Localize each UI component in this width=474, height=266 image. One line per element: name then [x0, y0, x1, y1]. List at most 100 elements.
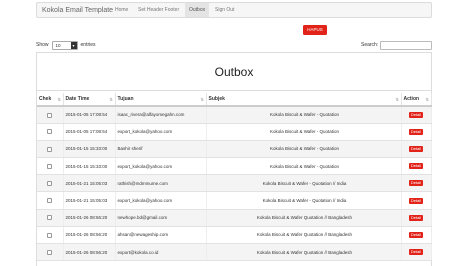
col-header-subjek[interactable]: Subjek ⇅ [206, 93, 402, 107]
cell-date-time: 2015-01-15 15:33:00 [63, 140, 116, 159]
detail-button[interactable]: Detail [408, 231, 424, 238]
search-input[interactable] [380, 40, 433, 50]
cell-tujuan: export_kokola@yahoo.com [115, 157, 207, 176]
entries-select[interactable]: 10 ▾ [51, 40, 78, 50]
col-header-action[interactable]: Action ⇅ [401, 93, 432, 107]
cell-tujuan: rathish@mdmmume.com [115, 174, 207, 193]
table-row: 2015-01-21 15:05:03 rathish@mdmmume.com Ko… [37, 174, 432, 193]
outbox-panel: Outbox Chek ⇅ Date Time ⇅ Tujuan ⇅ Subjek ⇅ … [36, 52, 432, 266]
cell-action: Detail [401, 243, 432, 262]
entries-label: entries [80, 42, 96, 48]
table-header-row: Chek ⇅ Date Time ⇅ Tujuan ⇅ Subjek ⇅ Action ⇅ [37, 93, 432, 107]
table-row: 2015-01-21 15:05:03 export_kokola@yahoo.c… [37, 191, 432, 210]
detail-button[interactable]: Detail [408, 111, 424, 118]
cell-subjek: Kokola Biscuit & Wafer - Quotation // In… [206, 174, 402, 193]
cell-action: Detail [401, 106, 432, 124]
cell-action: Detail [401, 157, 432, 176]
detail-button[interactable]: Detail [408, 249, 424, 256]
search-control: Search: [361, 40, 433, 50]
col-header-date-time[interactable]: Date Time ⇅ [63, 93, 116, 107]
cell-tujuan: export_kokola@yahoo.com [115, 191, 207, 210]
cell-action: Detail [401, 174, 432, 193]
row-checkbox-cell [37, 157, 64, 176]
row-checkbox-cell [37, 243, 64, 262]
table-row: 2015-01-26 08:56:20 newhope.bd@gmail.com K… [37, 209, 432, 227]
page-title: Outbox [37, 53, 431, 91]
table-row: 2015-01-26 08:56:20 export@kokola.co.id Ko… [37, 243, 432, 262]
row-checkbox[interactable] [47, 198, 53, 204]
cell-date-time: 2015-01-15 15:33:00 [63, 157, 116, 176]
cell-subjek: Kokola Biscuit & Wafer - Quotation [206, 157, 402, 176]
cell-date-time: 2015-01-26 08:56:20 [63, 226, 116, 245]
entries-select-value: 10 [55, 42, 61, 48]
detail-button[interactable]: Detail [408, 163, 424, 170]
row-checkbox[interactable] [47, 249, 53, 255]
sort-icon: ⇅ [425, 97, 429, 102]
sort-icon: ⇅ [57, 97, 61, 102]
cell-action: Detail [401, 209, 432, 227]
row-checkbox-cell [37, 209, 64, 227]
detail-button[interactable]: Detail [408, 180, 424, 187]
row-checkbox[interactable] [47, 146, 53, 152]
cell-subjek: Kokola Biscuit & Wafer - Quotation // In… [206, 191, 402, 210]
cell-action: Detail [401, 123, 432, 141]
row-checkbox[interactable] [47, 129, 53, 135]
row-checkbox[interactable] [47, 112, 53, 118]
outbox-table: Chek ⇅ Date Time ⇅ Tujuan ⇅ Subjek ⇅ Action ⇅… [37, 93, 432, 262]
col-header-tujuan[interactable]: Tujuan ⇅ [115, 93, 207, 107]
row-checkbox-cell [37, 191, 64, 210]
nav-set-header-footer[interactable]: Set Header Footer [134, 3, 183, 17]
cell-date-time: 2015-01-21 15:05:03 [63, 174, 116, 193]
row-checkbox-cell [37, 174, 64, 193]
row-checkbox-cell [37, 226, 64, 245]
detail-button[interactable]: Detail [408, 197, 424, 204]
show-label: Show [36, 42, 49, 48]
hapus-button[interactable]: HAPUS [303, 25, 327, 35]
table-row: 2015-01-05 17:08:54 export_kokola@yahoo.c… [37, 123, 432, 141]
entries-length-control: Show 10 ▾ entries [36, 40, 96, 50]
cell-subjek: Kokola Biscuit & Wafer Quotation // Bang… [206, 226, 402, 245]
cell-action: Detail [401, 191, 432, 210]
row-checkbox[interactable] [47, 163, 53, 169]
detail-button[interactable]: Detail [408, 145, 424, 152]
detail-button[interactable]: Detail [408, 128, 424, 135]
cell-tujuan: export_kokola@yahoo.com [115, 123, 207, 141]
sort-icon: ⇅ [395, 97, 399, 102]
cell-subjek: Kokola Biscuit & Wafer - Quotation [206, 140, 402, 159]
row-checkbox-cell [37, 140, 64, 159]
row-checkbox[interactable] [47, 181, 53, 186]
cell-subjek: Kokola Biscuit & Wafer Quotation // Bang… [206, 209, 402, 227]
cell-date-time: 2015-01-26 08:56:20 [63, 209, 116, 227]
cell-action: Detail [401, 140, 432, 159]
table-row: 2015-01-26 08:56:20 ahsan@newageship.com K… [37, 226, 432, 245]
cell-tujuan: newhope.bd@gmail.com [115, 209, 207, 227]
cell-subjek: Kokola Biscuit & Wafer - Quotation [206, 106, 402, 124]
top-navbar: Kokola Email Template Home Set Header Fo… [36, 2, 432, 18]
cell-date-time: 2015-01-26 08:56:20 [63, 243, 116, 262]
cell-date-time: 2015-01-21 15:05:03 [63, 191, 116, 210]
cell-date-time: 2015-01-05 17:08:54 [63, 106, 116, 124]
nav-home[interactable]: Home [111, 3, 132, 17]
search-label: Search: [361, 42, 379, 48]
col-header-chek[interactable]: Chek ⇅ [37, 93, 64, 107]
cell-subjek: Kokola Biscuit & Wafer - Quotation [206, 123, 402, 141]
row-checkbox[interactable] [47, 215, 53, 221]
cell-action: Detail [401, 226, 432, 245]
row-checkbox-cell [37, 123, 64, 141]
table-row: 2015-01-15 15:33:00 export_kokola@yahoo.c… [37, 157, 432, 176]
chevron-down-icon: ▾ [70, 41, 77, 49]
table-row: 2015-01-15 15:33:00 Bashir sherif Kokola B… [37, 140, 432, 159]
sort-icon: ⇅ [200, 97, 204, 102]
table-row: 2015-01-05 17:08:54 isaac_rivera@alfayome… [37, 106, 432, 124]
cell-tujuan: export@kokola.co.id [115, 243, 207, 262]
row-checkbox[interactable] [47, 232, 53, 238]
sort-icon: ⇅ [109, 97, 113, 102]
brand-title[interactable]: Kokola Email Template [42, 7, 113, 14]
cell-tujuan: isaac_rivera@alfayomegahn.com [115, 106, 207, 124]
cell-tujuan: Bashir sherif [115, 140, 207, 159]
nav-outbox[interactable]: Outbox [185, 3, 210, 17]
nav-sign-out[interactable]: Sign Out [211, 3, 238, 17]
cell-date-time: 2015-01-05 17:08:54 [63, 123, 116, 141]
cell-subjek: Kokola Biscuit & Wafer Quotation // Bang… [206, 243, 402, 262]
detail-button[interactable]: Detail [408, 214, 424, 221]
